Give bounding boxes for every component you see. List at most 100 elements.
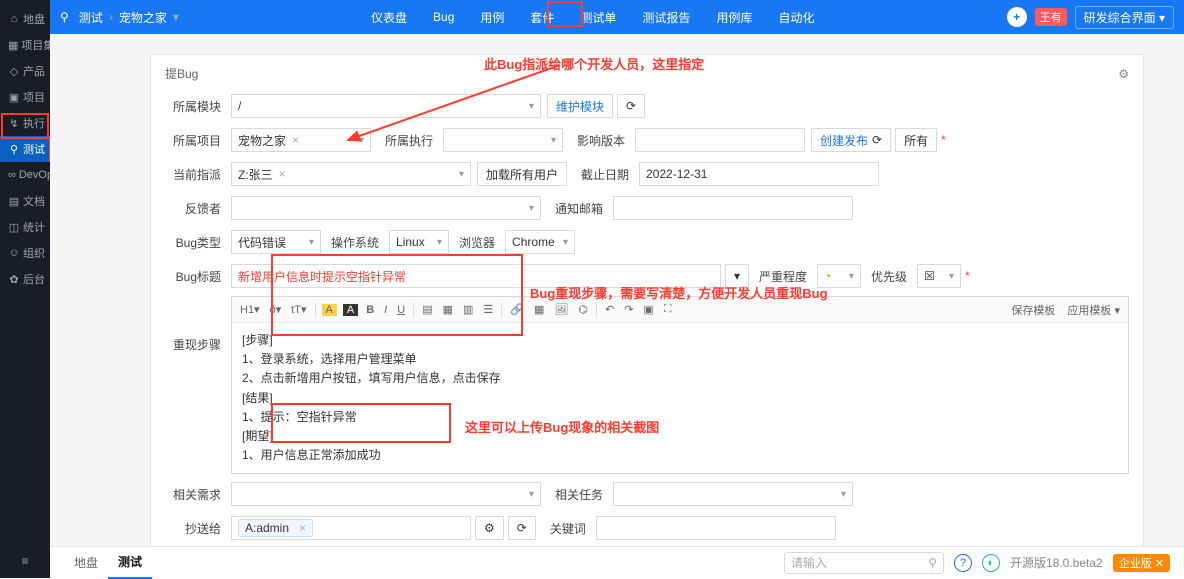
sidebar-item-admin[interactable]: ✿后台 — [0, 266, 50, 292]
version-select[interactable] — [635, 128, 805, 152]
severity-select[interactable]: ◔▾ — [817, 264, 861, 288]
zentao-icon[interactable]: ◐ — [982, 554, 1000, 572]
execution-label: 所属执行 — [385, 132, 433, 149]
chart-icon: ◫ — [8, 221, 20, 233]
toolbar-bold[interactable]: B — [364, 304, 376, 316]
tab-bug[interactable]: Bug — [421, 0, 466, 34]
create-button[interactable]: + — [1007, 7, 1027, 27]
search-icon: ⚲ — [8, 143, 20, 155]
feedback-select[interactable]: ▾ — [231, 196, 541, 220]
sidebar-item-program[interactable]: ▦项目集 — [0, 32, 50, 58]
toolbar-undo[interactable]: ↶ — [603, 303, 616, 316]
module-label: 所属模块 — [165, 98, 221, 115]
toolbar-source[interactable]: ▣ — [641, 303, 655, 316]
sidebar-item-report[interactable]: ◫统计 — [0, 214, 50, 240]
version-text: 开源版18.0.beta2 — [1010, 554, 1103, 571]
toolbar-link[interactable]: 🔗 — [508, 303, 526, 316]
sidebar-item-dashboard[interactable]: ⌂地盘 — [0, 6, 50, 32]
tab-case[interactable]: 用例 — [468, 0, 516, 34]
breadcrumb-root[interactable]: 测试 — [79, 9, 103, 26]
sidebar-item-execution[interactable]: ↯执行 — [0, 110, 50, 136]
toolbar-align-left[interactable]: ▤ — [420, 303, 434, 316]
sidebar-item-doc[interactable]: ▤文档 — [0, 188, 50, 214]
execution-select[interactable]: ▾ — [443, 128, 563, 152]
sidebar-item-devops[interactable]: ∞DevOps — [0, 162, 50, 188]
tab-testtask[interactable]: 测试单 — [568, 0, 628, 34]
priority-label: 优先级 — [871, 268, 907, 285]
required-star: * — [965, 269, 970, 283]
statusbar-tab-qa[interactable]: 测试 — [108, 547, 152, 579]
tab-dashboard[interactable]: 仪表盘 — [359, 0, 419, 34]
task-label: 相关任务 — [555, 486, 603, 503]
toolbar-format[interactable]: ð▾ — [268, 303, 284, 316]
toolbar-fontcolor[interactable]: A — [322, 304, 337, 316]
demand-select[interactable]: ▾ — [231, 482, 541, 506]
user-badge[interactable]: 王有 — [1035, 8, 1067, 26]
all-builds-button[interactable]: 所有 — [895, 128, 937, 152]
panel-title: 提Bug — [165, 65, 198, 82]
toolbar-list[interactable]: ☰ — [481, 303, 495, 316]
toolbar-size[interactable]: tT▾ — [289, 303, 308, 316]
feedback-label: 反馈者 — [165, 200, 221, 217]
task-select[interactable]: ▾ — [613, 482, 853, 506]
load-all-users-button[interactable]: 加载所有用户 — [477, 162, 567, 186]
mail-input[interactable] — [613, 196, 853, 220]
browser-select[interactable]: Chrome▾ — [505, 230, 575, 254]
enterprise-pill[interactable]: 企业版 ✕ — [1113, 554, 1170, 572]
keyword-input[interactable] — [596, 516, 836, 540]
view-dropdown[interactable]: 研发综合界面 ▾ — [1075, 6, 1174, 29]
breadcrumb: ⚲ 测试 › 宠物之家 ▾ — [60, 9, 179, 26]
maintain-module-button[interactable]: 维护模块 — [547, 94, 613, 118]
toolbar-heading[interactable]: H1▾ — [238, 303, 262, 316]
breadcrumb-project[interactable]: 宠物之家 — [119, 9, 167, 26]
tab-report[interactable]: 测试报告 — [630, 0, 702, 34]
sidebar-item-org[interactable]: ☺组织 — [0, 240, 50, 266]
help-button[interactable]: ? — [954, 554, 972, 572]
assign-select[interactable]: Z:张三×▾ — [231, 162, 471, 186]
statusbar-tab-dashboard[interactable]: 地盘 — [64, 547, 108, 579]
toolbar-italic[interactable]: I — [382, 304, 389, 316]
editor-toolbar: H1▾ ð▾ tT▾ A A B I U ▤ — [232, 297, 1128, 323]
project-select[interactable]: 宠物之家×▾ — [231, 128, 371, 152]
cc-refresh-button[interactable]: ⟳ — [508, 516, 536, 540]
toolbar-table[interactable]: ▦ — [532, 303, 546, 316]
sidebar-item-product[interactable]: ◇产品 — [0, 58, 50, 84]
sidebar-item-qa[interactable]: ⚲测试 — [0, 136, 50, 162]
tab-automation[interactable]: 自动化 — [766, 0, 826, 34]
tab-suite[interactable]: 套件 — [518, 0, 566, 34]
editor-body[interactable]: [步骤] 1、登录系统，选择用户管理菜单 2、点击新增用户按钮，填写用户信息，点… — [232, 323, 1128, 473]
bug-form-panel: 提Bug ⚙ 所属模块 /▾ 维护模块 ⟳ 所属项目 宠物之家×▾ 所属执行 ▾… — [150, 54, 1144, 546]
toolbar-redo[interactable]: ↷ — [622, 303, 635, 316]
statusbar-search[interactable]: 请输入⚲ — [784, 552, 944, 574]
sidebar-item-project[interactable]: ▣项目 — [0, 84, 50, 110]
module-select[interactable]: /▾ — [231, 94, 541, 118]
chevron-down-icon[interactable]: ▾ — [173, 10, 179, 24]
type-select[interactable]: 代码错误▾ — [231, 230, 321, 254]
chevron-right-icon: › — [109, 10, 113, 24]
apply-template-button[interactable]: 应用模板 ▾ — [1065, 302, 1122, 318]
save-template-button[interactable]: 保存模板 — [1009, 302, 1057, 318]
toolbar-fullscreen[interactable]: ⛶ — [662, 303, 674, 316]
refresh-module-button[interactable]: ⟳ — [617, 94, 645, 118]
deadline-input[interactable]: 2022-12-31 — [639, 162, 879, 186]
toolbar-image[interactable]: 🖼 — [552, 303, 570, 316]
sidebar-collapse-button[interactable]: ≡ — [0, 544, 50, 578]
cc-gear-button[interactable]: ⚙ — [475, 516, 504, 540]
tab-caselib[interactable]: 用例库 — [704, 0, 764, 34]
toolbar-align-right[interactable]: ▥ — [461, 303, 475, 316]
toolbar-bgcolor[interactable]: A — [343, 304, 358, 316]
title-input[interactable]: 新增用户信息时提示空指针异常 — [231, 264, 721, 288]
cc-select[interactable]: A:admin× — [231, 516, 471, 540]
search-icon[interactable]: ⚲ — [60, 10, 69, 24]
toolbar-align-center[interactable]: ▦ — [441, 303, 455, 316]
browser-label: 浏览器 — [459, 234, 495, 251]
os-select[interactable]: Linux▾ — [389, 230, 449, 254]
panel-settings-icon[interactable]: ⚙ — [1118, 67, 1129, 81]
priority-select[interactable]: ☒▾ — [917, 264, 961, 288]
doc-icon: ▤ — [8, 195, 20, 207]
create-build-button[interactable]: 创建发布 ⟳ — [811, 128, 891, 152]
toolbar-code[interactable]: ⌬ — [576, 303, 590, 316]
home-icon: ⌂ — [8, 13, 20, 25]
color-picker-button[interactable]: ▾ — [725, 264, 749, 288]
toolbar-underline[interactable]: U — [395, 304, 407, 316]
